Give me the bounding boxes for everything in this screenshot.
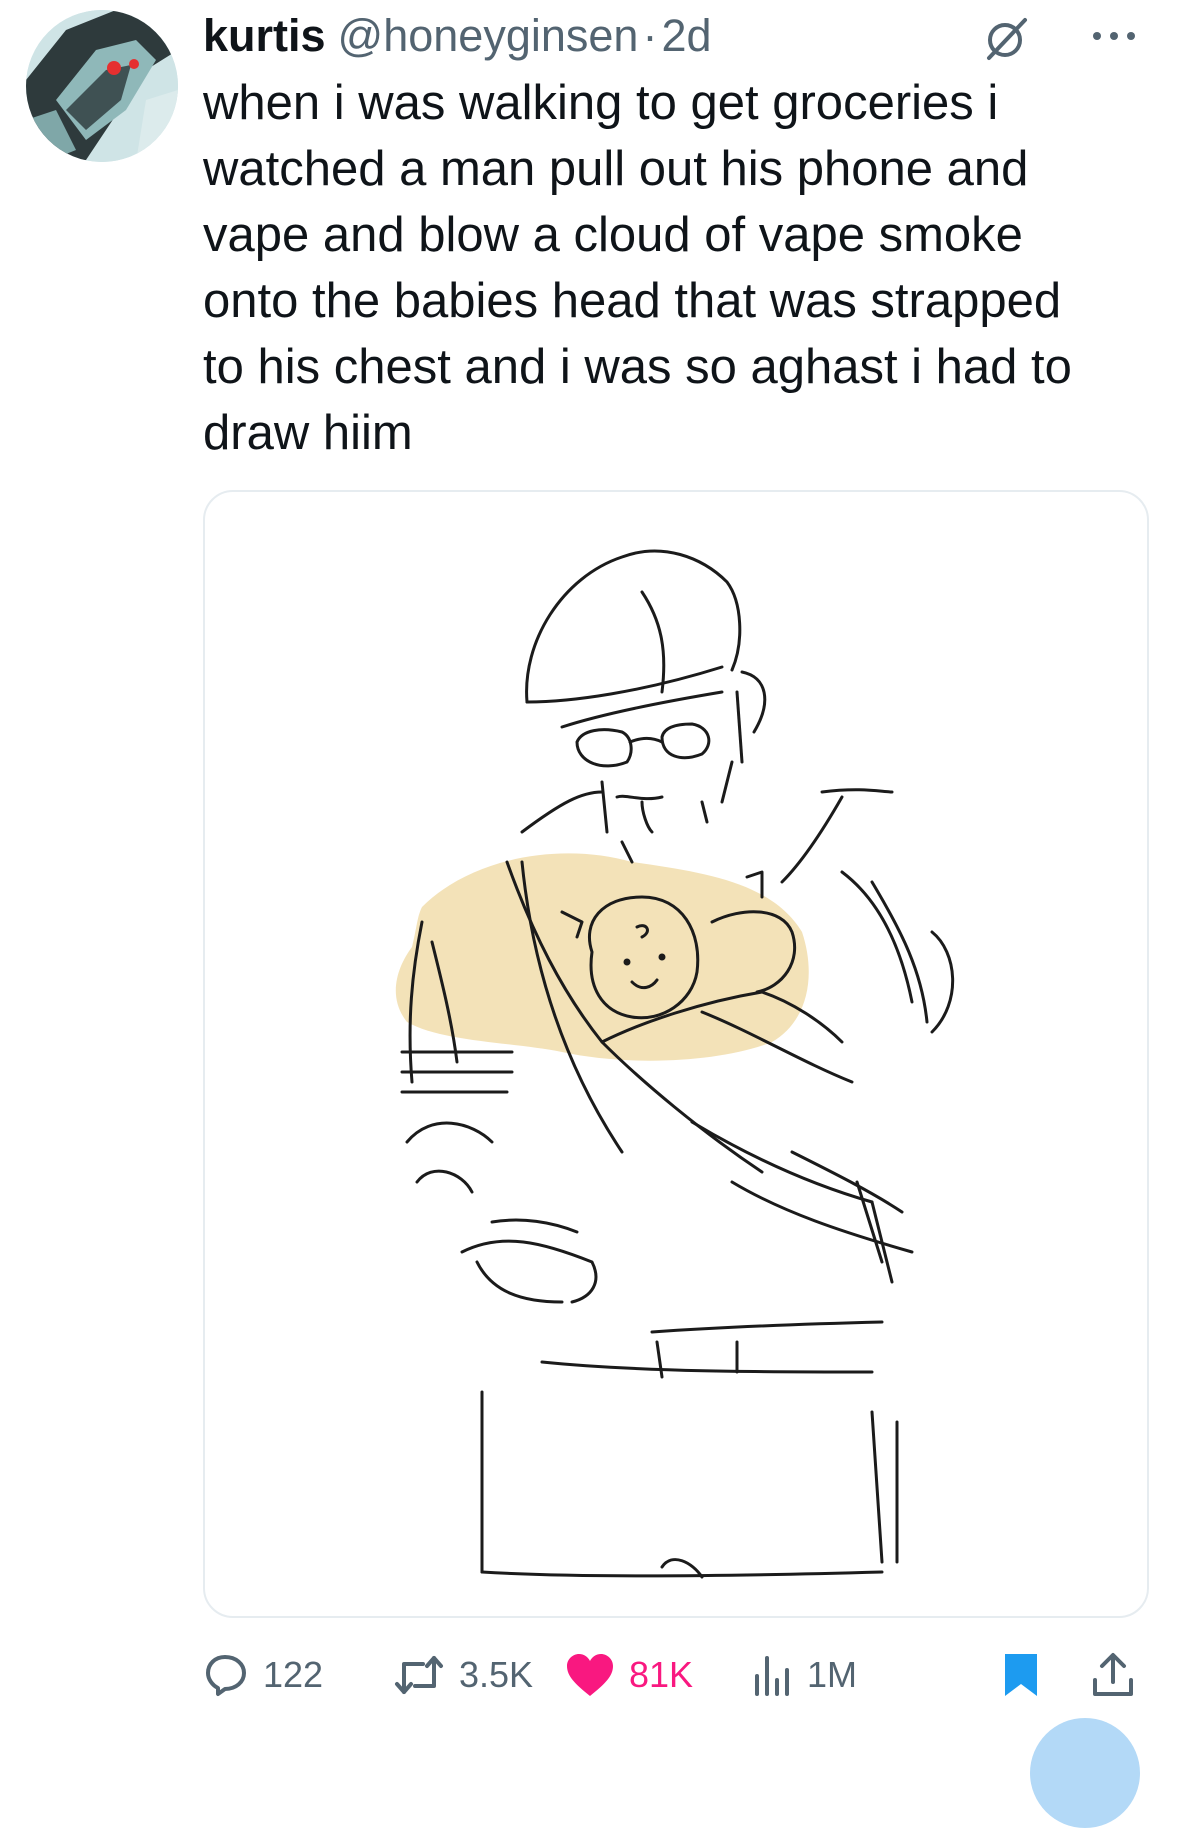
bookmark-button[interactable] xyxy=(1003,1645,1053,1705)
repost-icon xyxy=(395,1656,443,1694)
reply-button[interactable]: 122 xyxy=(203,1645,323,1705)
timestamp[interactable]: 2d xyxy=(661,10,711,62)
repost-count: 3.5K xyxy=(459,1654,534,1695)
reply-icon xyxy=(206,1655,246,1696)
reply-count: 122 xyxy=(263,1654,324,1695)
share-icon xyxy=(1093,1653,1133,1696)
share-button[interactable] xyxy=(1091,1645,1149,1705)
heart-icon xyxy=(567,1654,613,1696)
views-button[interactable]: 1M xyxy=(753,1645,857,1705)
bookmark-icon xyxy=(1005,1654,1037,1696)
repost-button[interactable]: 3.5K xyxy=(393,1645,533,1705)
action-bar: 122 3.5K 81K 1M xyxy=(203,1645,1149,1705)
like-button[interactable]: 81K xyxy=(565,1645,693,1705)
author-handle[interactable]: @honeyginsen xyxy=(338,10,639,62)
author-name[interactable]: kurtis xyxy=(203,10,326,62)
views-count: 1M xyxy=(807,1654,858,1695)
tweet-header: kurtis @honeyginsen · 2d xyxy=(203,8,1179,64)
avatar[interactable] xyxy=(26,10,178,162)
more-icon[interactable] xyxy=(1089,26,1139,46)
tweet-text: when i was walking to get groceries i wa… xyxy=(203,76,1072,460)
sketch-drawing xyxy=(395,549,955,1579)
views-icon xyxy=(755,1656,789,1696)
separator: · xyxy=(642,10,658,61)
like-count: 81K xyxy=(629,1654,694,1695)
tweet-image[interactable] xyxy=(203,490,1149,1618)
grok-icon[interactable] xyxy=(981,14,1031,64)
compose-button-edge[interactable] xyxy=(1030,1718,1140,1828)
